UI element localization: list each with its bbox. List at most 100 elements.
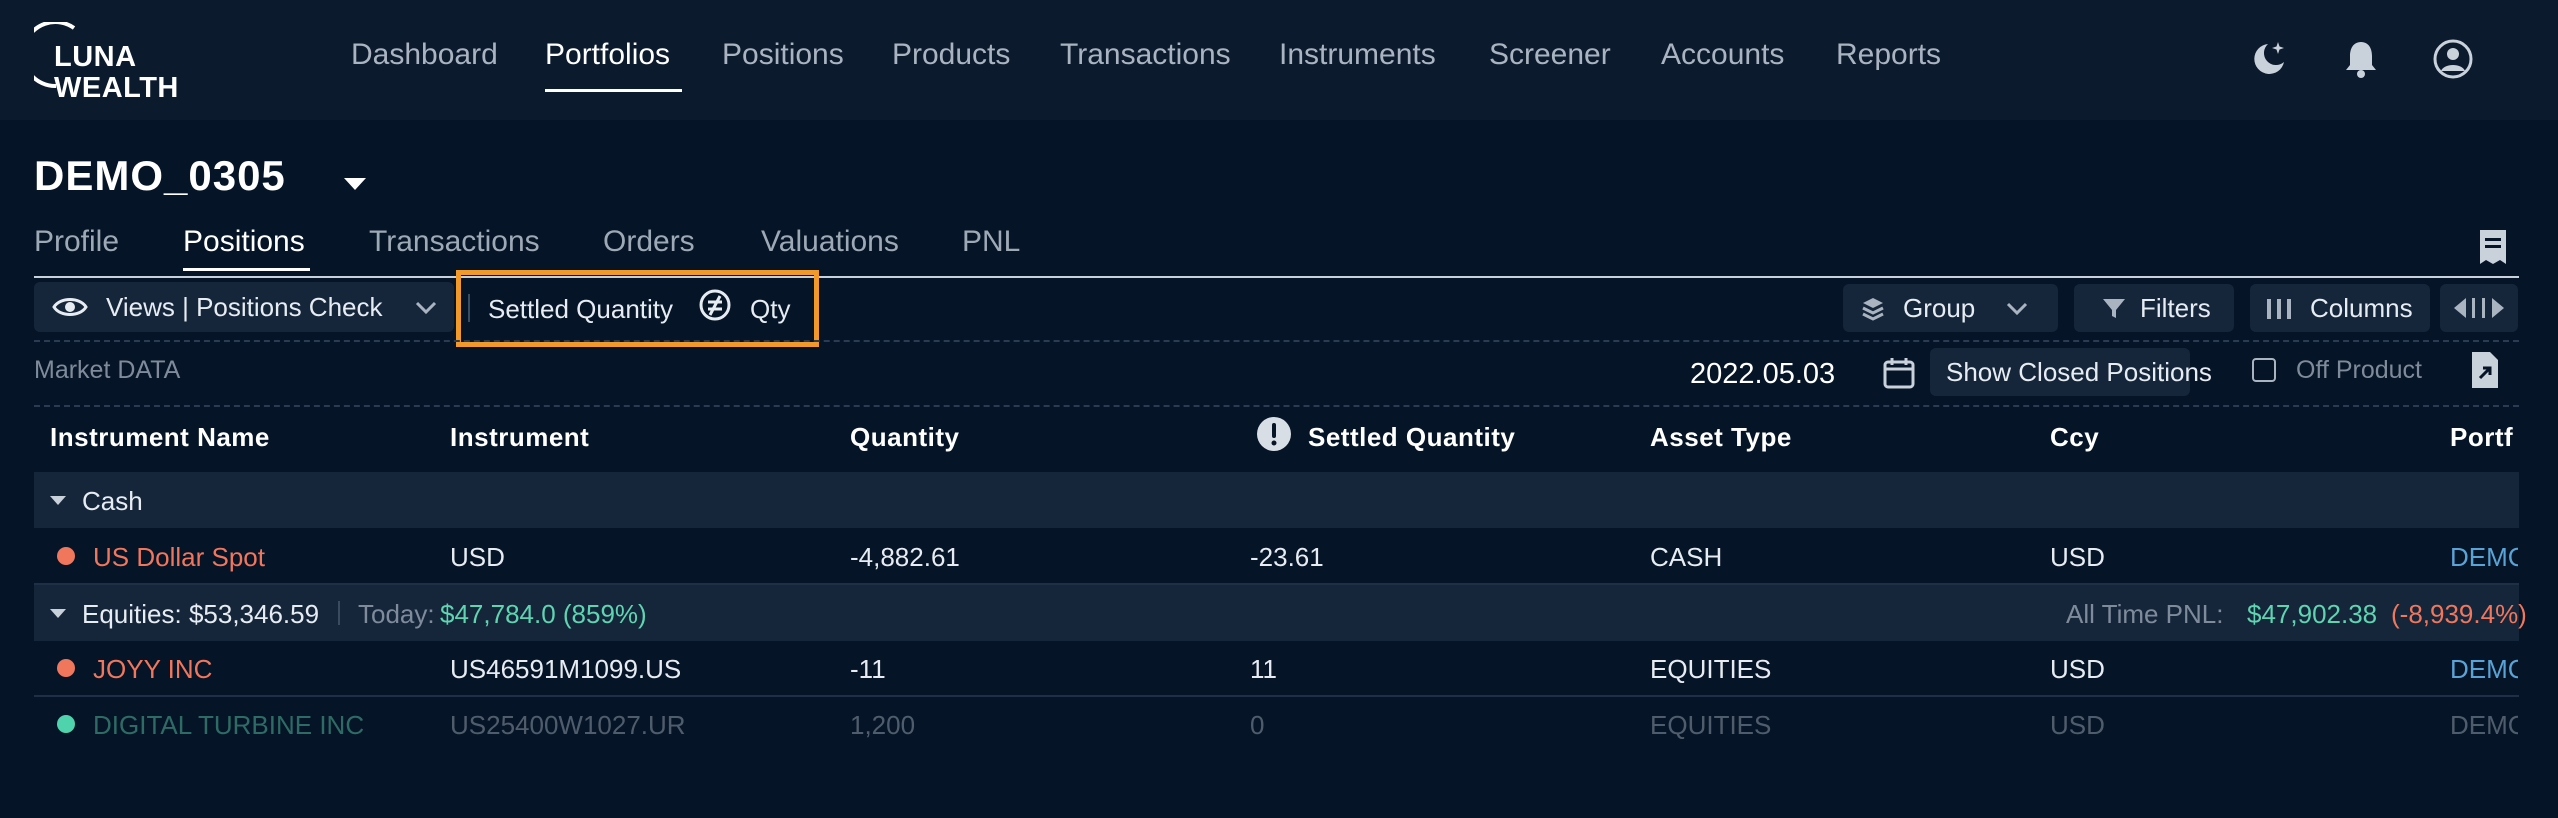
export-file-icon[interactable]: [2470, 350, 2500, 390]
cell-asset-type: EQUITIES: [1650, 654, 1772, 684]
bell-icon[interactable]: [2340, 38, 2382, 80]
filters-button[interactable]: Filters: [2074, 284, 2234, 332]
columns-label: Columns: [2310, 293, 2413, 323]
cell-ccy: USD: [2050, 542, 2105, 572]
cell-ccy: USD: [2050, 654, 2105, 684]
layers-icon: [1862, 298, 1884, 321]
tab-transactions[interactable]: Transactions: [369, 225, 540, 259]
user-circle-icon[interactable]: [2432, 38, 2474, 80]
nav-dashboard[interactable]: Dashboard: [351, 38, 498, 72]
portfolio-dropdown-caret-icon[interactable]: [344, 178, 366, 190]
exclamation-warning-icon: [1257, 417, 1291, 451]
cell-quantity: 1,200: [850, 710, 916, 740]
cell-settled-quantity: 11: [1250, 654, 1277, 684]
row-divider: [34, 695, 2519, 697]
qty-toggle[interactable]: Qty: [750, 294, 790, 325]
show-closed-positions-button[interactable]: Show Closed Positions: [1930, 348, 2212, 396]
off-product-checkbox[interactable]: [2252, 358, 2276, 382]
tab-active-underline: [183, 268, 310, 271]
header-ccy[interactable]: Ccy: [2050, 422, 2099, 453]
tab-positions[interactable]: Positions: [183, 225, 305, 259]
collapse-arrows-icon: [2454, 298, 2504, 318]
panel-collapse-button[interactable]: [2440, 284, 2518, 332]
cell-asset-type: EQUITIES: [1650, 710, 1772, 740]
cell-portfolio[interactable]: DEMC: [2450, 710, 2518, 741]
all-time-pnl-value: $47,902.38: [2247, 599, 2378, 629]
filter-icon: [2103, 299, 2125, 318]
nav-reports[interactable]: Reports: [1836, 38, 1941, 72]
views-dropdown[interactable]: Views | Positions Check: [34, 282, 454, 332]
cell-settled-quantity: 0: [1250, 710, 1265, 740]
chevron-down-icon: [2006, 302, 2028, 316]
group-label: Equities: $53,346.59: [82, 599, 320, 629]
nav-transactions[interactable]: Transactions: [1060, 38, 1231, 72]
cell-instrument: US25400W1027.UR: [450, 710, 686, 740]
collapse-triangle-icon[interactable]: [50, 609, 66, 618]
status-warning-icon: [57, 547, 75, 565]
cell-instrument: USD: [450, 542, 505, 572]
settled-quantity-toggle[interactable]: Settled Quantity: [488, 294, 673, 325]
status-ok-icon: [57, 715, 75, 733]
moon-star-icon[interactable]: [2248, 38, 2290, 80]
nav-screener[interactable]: Screener: [1489, 38, 1611, 72]
logo-line-2: WEALTH: [54, 72, 179, 104]
cell-instrument-name[interactable]: DIGITAL TURBINE INC: [93, 710, 364, 741]
nav-accounts[interactable]: Accounts: [1661, 38, 1784, 72]
nav-instruments[interactable]: Instruments: [1279, 38, 1436, 72]
logo-line-1: LUNA: [54, 41, 137, 73]
nav-products[interactable]: Products: [892, 38, 1010, 72]
status-warning-icon: [57, 659, 75, 677]
cell-quantity: -11: [850, 654, 886, 684]
collapse-triangle-icon[interactable]: [50, 496, 66, 505]
group-row-equities[interactable]: Equities: $53,346.59 Today: $47,784.0 (8…: [34, 585, 2527, 641]
tab-valuations[interactable]: Valuations: [761, 225, 899, 259]
cell-quantity: -4,882.61: [850, 542, 960, 572]
header-quantity[interactable]: Quantity: [850, 422, 959, 453]
cell-portfolio[interactable]: DEMC: [2450, 542, 2518, 573]
market-data-label: Market DATA: [34, 356, 181, 384]
filters-label: Filters: [2140, 293, 2211, 323]
document-report-icon[interactable]: [2478, 228, 2508, 266]
header-settled-quantity[interactable]: Settled Quantity: [1308, 422, 1515, 453]
group-separator: [338, 601, 340, 625]
nav-positions[interactable]: Positions: [722, 38, 844, 72]
calendar-icon[interactable]: [1882, 356, 1916, 390]
date-value[interactable]: 2022.05.03: [1690, 358, 1835, 391]
tab-orders[interactable]: Orders: [603, 225, 695, 259]
group-dropdown[interactable]: Group: [1843, 284, 2058, 332]
tab-profile[interactable]: Profile: [34, 225, 119, 259]
portfolio-title: DEMO_0305: [34, 152, 286, 199]
header-portfolio[interactable]: Portf: [2450, 422, 2518, 453]
group-label: Cash: [82, 486, 143, 516]
cell-portfolio[interactable]: DEMC: [2450, 654, 2518, 685]
group-row-cash[interactable]: Cash: [34, 472, 2519, 528]
header-instrument-name[interactable]: Instrument Name: [50, 422, 270, 453]
views-label: Views | Positions Check: [106, 292, 383, 322]
toolbar-divider: [34, 340, 2519, 342]
columns-icon: [2267, 299, 2291, 319]
cell-instrument-name[interactable]: US Dollar Spot: [93, 542, 265, 573]
show-closed-label: Show Closed Positions: [1946, 357, 2212, 387]
not-equal-icon[interactable]: [698, 288, 732, 322]
eye-icon: [52, 298, 88, 316]
tabs-divider: [34, 276, 2519, 278]
top-navigation-bar: LUNA WEALTH Dashboard Portfolios Positio…: [0, 0, 2558, 120]
group-label: Group: [1903, 293, 1976, 323]
header-asset-type[interactable]: Asset Type: [1650, 422, 1792, 453]
today-label: Today:: [358, 599, 435, 629]
subbar-divider: [34, 405, 2519, 407]
columns-button[interactable]: Columns: [2250, 284, 2430, 332]
cell-instrument: US46591M1099.US: [450, 654, 682, 684]
tab-pnl[interactable]: PNL: [962, 225, 1020, 259]
cell-ccy: USD: [2050, 710, 2105, 740]
logo-text: LUNA WEALTH: [54, 42, 179, 104]
header-instrument[interactable]: Instrument: [450, 422, 589, 453]
today-value: $47,784.0 (859%): [440, 599, 647, 629]
all-time-pnl-percent: (-8,939.4%): [2391, 599, 2527, 629]
cell-asset-type: CASH: [1650, 542, 1723, 572]
nav-portfolios[interactable]: Portfolios: [545, 38, 670, 72]
off-product-label: Off Product: [2296, 356, 2422, 384]
all-time-pnl-label: All Time PNL:: [2066, 599, 2224, 629]
cell-settled-quantity: -23.61: [1250, 542, 1324, 572]
cell-instrument-name[interactable]: JOYY INC: [93, 654, 212, 685]
